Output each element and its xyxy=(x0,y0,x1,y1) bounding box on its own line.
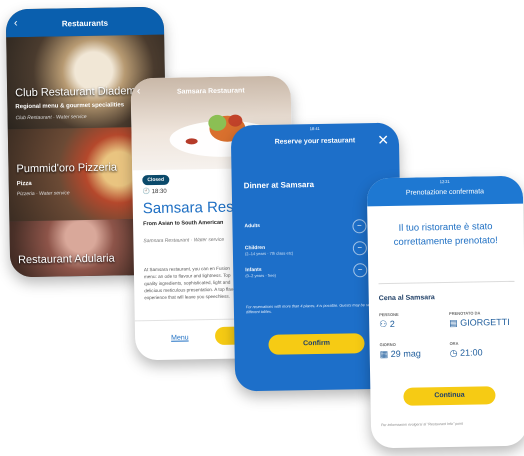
decrement-button[interactable]: − xyxy=(352,219,367,234)
footer-note: Per informazioni rivolgersi al "Restaura… xyxy=(380,421,464,428)
restaurant-name: Pummid'oro Pizzeria xyxy=(16,161,118,176)
id-card-icon: ▤ xyxy=(449,317,458,328)
booking-confirmed-screen: 12:21 Prenotazione confermata Il tuo ris… xyxy=(366,175,524,449)
screen-title: Restaurants xyxy=(61,18,109,29)
status-badge: Closed xyxy=(142,174,170,186)
persons-label: PERSONE xyxy=(378,311,399,318)
top-bar: 12:21 Prenotazione confermata xyxy=(366,175,524,207)
restaurant-name: Club Restaurant Diadem xyxy=(15,85,136,100)
time-value: 21:00 xyxy=(460,347,483,358)
restaurant-name: Restaurant Adularia xyxy=(17,252,115,267)
screen-title: Prenotazione confermata xyxy=(405,188,485,197)
booked-by-value: GIORGETTI xyxy=(460,316,510,328)
clock-icon: 🕘 xyxy=(142,189,151,196)
restaurant-title: Samsara Resta xyxy=(142,198,247,218)
booking-subtitle: Cena al Samsara xyxy=(378,294,435,303)
screen-title: Reserve your restaurant xyxy=(274,137,356,146)
time-cell: ORA ◷ 21:00 xyxy=(450,340,483,359)
booked-by-label: PRENOTATO DA xyxy=(448,310,481,316)
calendar-icon: ▦ xyxy=(379,349,389,360)
restaurant-meta: Pizzeria · Water service xyxy=(16,190,70,198)
menu-link[interactable]: Menu xyxy=(171,334,189,341)
status-time: 18:41 xyxy=(309,125,320,132)
status-time: 12:21 xyxy=(439,178,450,185)
persons-value: 2 xyxy=(389,318,395,329)
confirm-button[interactable]: Confirm xyxy=(268,333,365,355)
restaurant-cuisine: Pizza xyxy=(16,180,32,188)
close-icon[interactable]: ✕ xyxy=(377,132,389,149)
restaurant-cuisine: Regional menu & gourmet specialities xyxy=(15,102,125,111)
people-icon: ⚇ xyxy=(379,319,388,330)
day-value: 29 mag xyxy=(390,348,421,359)
time-label: ORA xyxy=(449,340,459,346)
restaurant-meta: Club Restaurant · Water service xyxy=(15,114,87,122)
opening-time: 🕘 18:30 xyxy=(142,188,166,195)
booked-by-cell: PRENOTATO DA ▤ GIORGETTI xyxy=(449,310,510,329)
clock-icon: ◷ xyxy=(449,347,458,358)
restaurant-meta: Samsara Restaurant · Water service xyxy=(143,236,225,245)
day-cell: GIORNO ▦ 29 mag xyxy=(380,341,421,360)
persons-cell: PERSONE ⚇ 2 xyxy=(379,312,399,330)
divider xyxy=(378,280,515,285)
time-text: 18:30 xyxy=(151,188,167,196)
description: At Samsara restaurant, you can en Fusion… xyxy=(143,265,240,301)
dinner-heading: Dinner at Samsara xyxy=(243,180,315,191)
day-label: GIORNO xyxy=(379,341,396,348)
restaurant-subtitle: From Asian to South American xyxy=(143,219,224,228)
confirmation-message: Il tuo ristorante è stato correttamente … xyxy=(393,221,498,248)
top-bar: ‹ Restaurants xyxy=(5,6,165,38)
continue-button[interactable]: Continua xyxy=(403,386,496,406)
